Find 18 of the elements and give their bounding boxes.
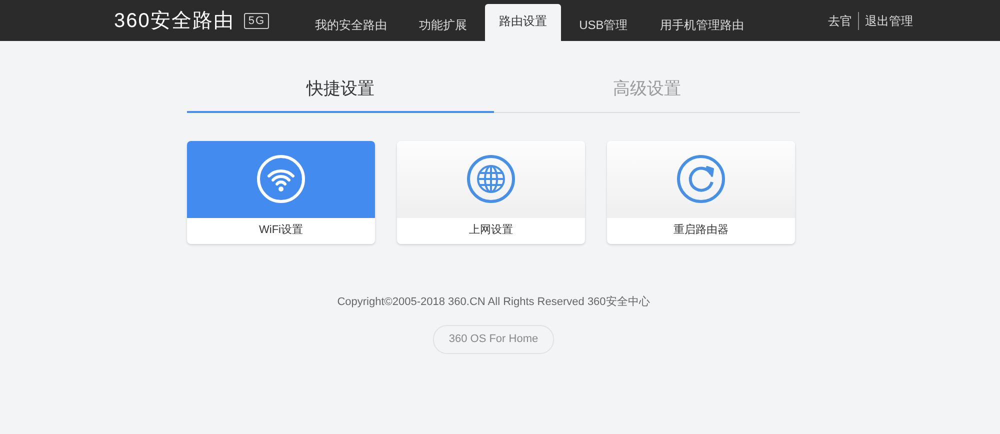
copyright-text: Copyright©2005-2018 360.CN All Rights Reserved 360安全中心 xyxy=(336,294,651,310)
header-link[interactable]: 退出管理 xyxy=(858,12,913,30)
settings-card[interactable]: 重启路由器 xyxy=(607,140,795,244)
wifi-icon xyxy=(256,154,306,204)
refresh-icon xyxy=(676,154,726,204)
globe-icon xyxy=(466,154,516,204)
nav-tab[interactable]: 功能扩展 xyxy=(405,8,482,41)
version-badge: 360 OS For Home xyxy=(432,325,554,354)
settings-card[interactable]: WiFi设置 xyxy=(187,140,375,244)
nav-tab[interactable]: 路由设置 xyxy=(485,4,562,41)
header-link[interactable]: 去官 xyxy=(828,12,852,30)
logo-text: 360安全路由 xyxy=(114,8,234,34)
settings-tab[interactable]: 快捷设置 xyxy=(187,71,494,112)
nav-tab[interactable]: USB管理 xyxy=(565,8,642,41)
logo-badge: 5G xyxy=(244,12,270,28)
nav-tab[interactable]: 用手机管理路由 xyxy=(646,8,758,41)
settings-card[interactable]: 上网设置 xyxy=(397,140,585,244)
nav-tab[interactable]: 我的安全路由 xyxy=(301,8,402,41)
